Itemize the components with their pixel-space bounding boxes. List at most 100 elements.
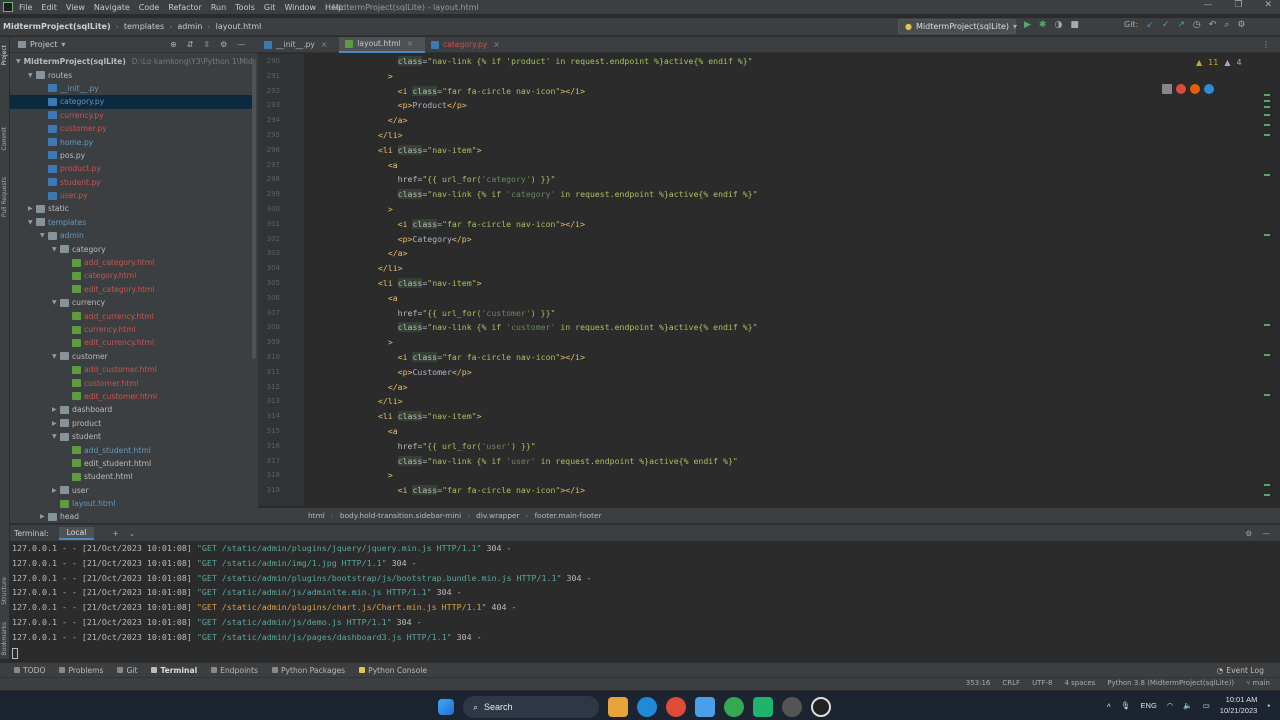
python-interpreter[interactable]: Python 3.8 (MidtermProject(sqlLite)) [1107, 679, 1234, 687]
structure-tool-tab[interactable]: Structure [1, 577, 8, 605]
change-marker[interactable] [1264, 484, 1270, 486]
terminal-output[interactable]: 127.0.0.1 - - [21/Oct/2023 10:01:08] "GE… [10, 541, 1280, 661]
change-marker[interactable] [1264, 324, 1270, 326]
tool-endpoints[interactable]: Endpoints [211, 666, 258, 675]
tool-event-log[interactable]: ◔ Event Log [1217, 666, 1264, 675]
tool-todo[interactable]: TODO [14, 666, 45, 675]
tree-item[interactable]: add_currency.html [10, 309, 254, 322]
nav-crumb-admin[interactable]: admin [177, 22, 202, 31]
battery-icon[interactable]: ▭ [1203, 701, 1210, 710]
tree-item[interactable]: add_student.html [10, 443, 254, 456]
tree-item[interactable]: ▼ routes [10, 68, 254, 81]
git-branch[interactable]: ⑂ main [1246, 679, 1270, 687]
project-scrollbar[interactable] [252, 59, 256, 359]
menu-run[interactable]: Run [211, 3, 226, 12]
terminal-tab-local[interactable]: Local [58, 526, 95, 540]
menu-code[interactable]: Code [139, 3, 159, 12]
tree-item[interactable]: edit_category.html [10, 283, 254, 296]
bookmarks-tool-tab[interactable]: Bookmarks [1, 622, 8, 656]
tab-category-py[interactable]: category.py × [425, 37, 512, 53]
chevron-down-icon[interactable]: ▼ [52, 246, 60, 253]
wifi-icon[interactable]: ◠ [1167, 701, 1174, 710]
tree-item[interactable]: __init__.py [10, 82, 254, 95]
tree-item[interactable]: add_category.html [10, 256, 254, 269]
editor-error-stripe[interactable] [1256, 54, 1280, 506]
breadcrumb-body[interactable]: body.hold-transition.sidebar-mini [340, 511, 461, 520]
tree-item[interactable]: user.py [10, 189, 254, 202]
edge-icon[interactable] [1204, 84, 1214, 94]
language-indicator[interactable]: ENG [1141, 701, 1157, 710]
new-terminal-icon[interactable]: + [112, 529, 118, 538]
clock[interactable]: 10:01 AM 10/21/2023 [1220, 694, 1258, 716]
tree-item[interactable]: edit_customer.html [10, 390, 254, 403]
tool-terminal[interactable]: Terminal [151, 666, 197, 675]
vscode-icon[interactable] [695, 697, 715, 717]
nav-crumb-file[interactable]: layout.html [216, 22, 262, 31]
change-marker[interactable] [1264, 354, 1270, 356]
file-explorer-icon[interactable] [608, 697, 628, 717]
hide-panel-icon[interactable]: — [1262, 529, 1270, 538]
tree-item[interactable]: customer.py [10, 122, 254, 135]
volume-icon[interactable]: 🔈 [1183, 701, 1192, 710]
chevron-down-icon[interactable]: ▼ [52, 433, 60, 440]
project-tool-tab[interactable]: Project [1, 45, 8, 66]
media-player-icon[interactable] [811, 697, 831, 717]
close-window-button[interactable]: ✕ [1264, 0, 1272, 10]
file-encoding[interactable]: UTF-8 [1032, 679, 1052, 687]
tree-item[interactable]: ▼ currency [10, 296, 254, 309]
tool-python-packages[interactable]: Python Packages [271, 666, 345, 675]
chrome-icon[interactable] [1176, 84, 1186, 94]
chevron-down-icon[interactable]: ▾ [61, 40, 65, 49]
commit-tool-tab[interactable]: Commit [1, 127, 8, 151]
change-marker[interactable] [1264, 174, 1270, 176]
tree-item[interactable]: home.py [10, 135, 254, 148]
run-icon[interactable]: ▶ [1024, 20, 1031, 30]
tree-item[interactable]: ▶ head [10, 510, 254, 523]
rollback-icon[interactable]: ↶ [1209, 20, 1217, 30]
chevron-down-icon[interactable]: ▼ [28, 72, 36, 79]
inspection-widget[interactable]: ▲ 11 ▲ 4 [1196, 58, 1242, 67]
firefox-icon[interactable] [1190, 84, 1200, 94]
change-marker[interactable] [1264, 234, 1270, 236]
tree-item[interactable]: ▼ admin [10, 229, 254, 242]
tree-item[interactable]: edit_currency.html [10, 336, 254, 349]
tree-item[interactable]: layout.html [10, 497, 254, 510]
minimize-button[interactable]: — [1203, 0, 1212, 10]
chevron-right-icon[interactable]: ▶ [52, 420, 60, 427]
git-update-icon[interactable]: ↙ [1146, 20, 1154, 30]
pycharm-icon[interactable] [753, 697, 773, 717]
tool-problems[interactable]: Problems [59, 666, 103, 675]
run-configuration-select[interactable]: ● MidtermProject(sqlLite) ▾ [898, 19, 1017, 34]
tree-item[interactable]: ▼ category [10, 242, 254, 255]
tree-item[interactable]: ▼ customer [10, 350, 254, 363]
menu-window[interactable]: Window [284, 3, 316, 12]
chrome-profile-icon[interactable] [724, 697, 744, 717]
search-everywhere-icon[interactable]: ⌕ [1224, 20, 1229, 30]
collapse-all-icon[interactable]: ⇳ [203, 40, 210, 49]
change-marker[interactable] [1264, 106, 1270, 108]
chevron-up-icon[interactable]: ˄ [1107, 701, 1111, 710]
pycharm-preview-icon[interactable] [1162, 84, 1172, 94]
chevron-down-icon[interactable]: ▼ [52, 353, 60, 360]
menu-git[interactable]: Git [264, 3, 276, 12]
menu-refactor[interactable]: Refactor [168, 3, 202, 12]
locate-file-icon[interactable]: ⊕ [170, 40, 177, 49]
indent-setting[interactable]: 4 spaces [1064, 679, 1095, 687]
menu-edit[interactable]: Edit [41, 3, 57, 12]
tab-layout-html[interactable]: layout.html × [339, 36, 426, 53]
tree-item[interactable]: ▶ static [10, 202, 254, 215]
tree-item[interactable]: ▶ product [10, 417, 254, 430]
change-marker[interactable] [1264, 100, 1270, 102]
maximize-button[interactable]: ❐ [1234, 0, 1242, 10]
tree-item[interactable]: product.py [10, 162, 254, 175]
chevron-down-icon[interactable]: ▼ [16, 58, 21, 65]
tab-init-py[interactable]: __init__.py × [258, 37, 339, 53]
chevron-down-icon[interactable]: ▼ [40, 232, 48, 239]
caret-position[interactable]: 353:16 [966, 679, 991, 687]
breadcrumb-footer[interactable]: footer.main-footer [535, 511, 602, 520]
change-marker[interactable] [1264, 494, 1270, 496]
menu-view[interactable]: View [66, 3, 85, 12]
chevron-down-icon[interactable]: ⌄ [129, 529, 135, 538]
tree-item[interactable]: add_customer.html [10, 363, 254, 376]
pull-requests-tool-tab[interactable]: Pull Requests [1, 177, 8, 217]
